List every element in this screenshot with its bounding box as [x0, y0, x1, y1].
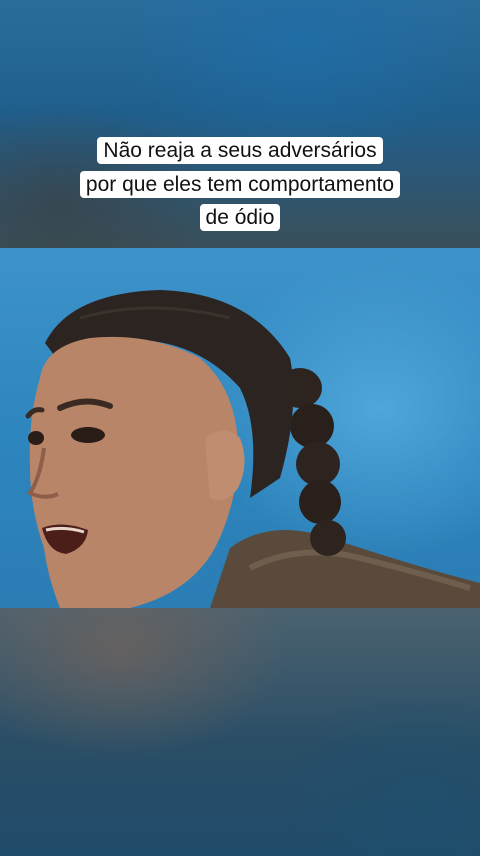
caption-line-1: Não reaja a seus adversários	[97, 137, 383, 164]
video-frame[interactable]: Não reaja a seus adversários por que ele…	[0, 0, 480, 856]
caption-line-3: de ódio	[199, 204, 281, 232]
caption-line-2: por que eles tem comportamento	[79, 170, 401, 198]
video-content[interactable]	[0, 248, 480, 608]
eye-shape	[71, 427, 105, 443]
ear-shape	[205, 430, 245, 501]
person-illustration	[25, 290, 480, 608]
caption-overlay: Não reaja a seus adversários por que ele…	[0, 134, 480, 235]
blurred-bottom-background	[0, 608, 480, 856]
face-shape	[29, 336, 239, 608]
